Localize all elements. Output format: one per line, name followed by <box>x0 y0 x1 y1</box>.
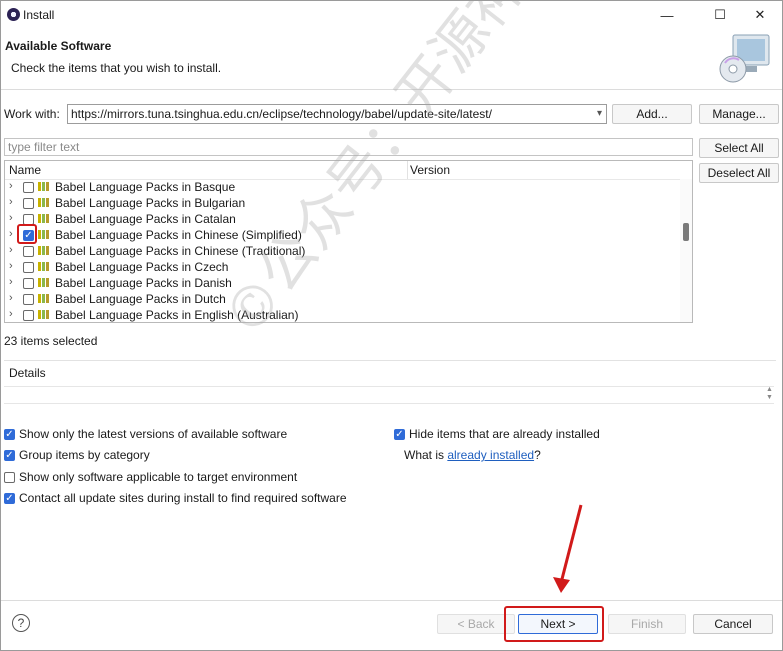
chevron-down-icon[interactable]: ▾ <box>597 105 602 123</box>
chevron-right-icon[interactable]: › <box>9 196 19 208</box>
work-with-value: https://mirrors.tuna.tsinghua.edu.cn/ecl… <box>71 107 492 121</box>
column-name[interactable]: Name <box>9 163 41 177</box>
row-label: Babel Language Packs in Czech <box>55 260 229 274</box>
row-label: Babel Language Packs in Danish <box>55 276 232 290</box>
row-label: Babel Language Packs in Bulgarian <box>55 196 246 210</box>
row-label: Babel Language Packs in Dutch <box>55 292 226 306</box>
package-icon <box>38 294 52 303</box>
chevron-right-icon[interactable]: › <box>9 308 19 320</box>
minimize-button[interactable]: — <box>644 1 690 29</box>
details-label: Details <box>9 366 46 380</box>
package-icon <box>38 230 52 239</box>
software-tree[interactable]: Name Version › Babel Language Packs in B… <box>4 160 693 323</box>
package-icon <box>38 246 52 255</box>
tree-scrollbar[interactable] <box>680 179 692 322</box>
package-icon <box>38 310 52 319</box>
chevron-right-icon[interactable]: › <box>9 276 19 288</box>
row-checkbox[interactable] <box>23 310 34 321</box>
help-icon[interactable]: ? <box>12 614 30 632</box>
column-version[interactable]: Version <box>410 163 450 177</box>
show-applicable-checkbox[interactable] <box>4 471 15 483</box>
row-label: Babel Language Packs in Basque <box>55 180 236 194</box>
row-checkbox-checked[interactable]: ✓ <box>23 230 34 241</box>
row-label: Babel Language Packs in English (Austral… <box>55 308 299 322</box>
option-hide-installed[interactable]: ✓ Hide items that are already installed <box>394 426 600 442</box>
page-subtitle: Check the items that you wish to install… <box>11 61 222 75</box>
column-separator <box>407 161 408 179</box>
package-icon <box>38 198 52 207</box>
filter-input[interactable]: type filter text <box>4 138 693 156</box>
package-icon <box>38 278 52 287</box>
row-checkbox[interactable] <box>23 246 34 257</box>
row-checkbox[interactable] <box>23 294 34 305</box>
page-title: Available Software <box>5 39 112 53</box>
cd-computer-icon <box>719 34 770 83</box>
show-latest-label: Show only the latest versions of availab… <box>19 427 288 441</box>
selection-count: 23 items selected <box>4 334 98 348</box>
work-with-combo[interactable]: https://mirrors.tuna.tsinghua.edu.cn/ecl… <box>67 104 607 124</box>
row-checkbox[interactable] <box>23 182 34 193</box>
details-scroll-arrows[interactable]: ▲ ▼ <box>766 386 773 402</box>
option-show-applicable[interactable]: Show only software applicable to target … <box>4 469 297 485</box>
contact-sites-label: Contact all update sites during install … <box>19 491 347 505</box>
window-title: Install <box>23 8 55 22</box>
tree-row[interactable]: › Babel Language Packs in Basque <box>5 179 680 195</box>
group-by-category-label: Group items by category <box>19 448 150 462</box>
hide-installed-label: Hide items that are already installed <box>409 427 600 441</box>
already-installed-link[interactable]: already installed <box>447 448 534 462</box>
what-is-suffix: ? <box>534 448 541 462</box>
cancel-button[interactable]: Cancel <box>693 614 773 634</box>
red-arrow-annotation <box>553 504 583 593</box>
manage-button[interactable]: Manage... <box>699 104 779 124</box>
tree-row[interactable]: › Babel Language Packs in Bulgarian <box>5 195 680 211</box>
option-contact-sites[interactable]: ✓ Contact all update sites during instal… <box>4 490 347 506</box>
tree-row-selected[interactable]: › ✓ Babel Language Packs in Chinese (Sim… <box>5 224 680 244</box>
tree-row[interactable]: › Babel Language Packs in English (Austr… <box>5 307 680 322</box>
package-icon <box>38 262 52 271</box>
option-group-by-category[interactable]: ✓ Group items by category <box>4 447 150 463</box>
chevron-right-icon[interactable]: › <box>9 180 19 192</box>
title-bar: Install — ☐ ✕ <box>1 1 782 29</box>
finish-button[interactable]: Finish <box>608 614 686 634</box>
add-button[interactable]: Add... <box>612 104 692 124</box>
chevron-right-icon[interactable]: › <box>9 244 19 256</box>
row-label: Babel Language Packs in Catalan <box>55 212 236 226</box>
details-divider <box>4 360 776 361</box>
next-button[interactable]: Next > <box>518 614 598 634</box>
chevron-right-icon[interactable]: › <box>9 292 19 304</box>
package-icon <box>38 214 52 223</box>
tree-row[interactable]: › Babel Language Packs in Catalan <box>5 211 680 227</box>
tree-header: Name Version <box>5 161 692 180</box>
details-text-area[interactable] <box>4 386 774 404</box>
show-latest-checkbox[interactable]: ✓ <box>4 428 15 440</box>
tree-row[interactable]: › Babel Language Packs in Czech <box>5 259 680 275</box>
tree-row[interactable]: › Babel Language Packs in Chinese (Tradi… <box>5 243 680 259</box>
eclipse-icon <box>7 8 20 21</box>
select-all-button[interactable]: Select All <box>699 138 779 158</box>
footer-divider <box>1 600 782 601</box>
group-by-category-checkbox[interactable]: ✓ <box>4 449 15 461</box>
hide-installed-checkbox[interactable]: ✓ <box>394 428 405 440</box>
row-label: Babel Language Packs in Chinese (Simplif… <box>55 228 302 242</box>
option-show-latest[interactable]: ✓ Show only the latest versions of avail… <box>4 426 287 442</box>
contact-sites-checkbox[interactable]: ✓ <box>4 492 15 504</box>
row-checkbox[interactable] <box>23 262 34 273</box>
tree-row[interactable]: › Babel Language Packs in Dutch <box>5 291 680 307</box>
package-icon <box>38 182 52 191</box>
deselect-all-button[interactable]: Deselect All <box>699 163 779 183</box>
what-is-installed: What is already installed? <box>404 448 541 462</box>
show-applicable-label: Show only software applicable to target … <box>19 470 298 484</box>
chevron-right-icon[interactable]: › <box>9 212 19 224</box>
row-label: Babel Language Packs in Chinese (Traditi… <box>55 244 306 258</box>
row-checkbox[interactable] <box>23 198 34 209</box>
what-is-prefix: What is <box>404 448 448 462</box>
install-dialog: Install — ☐ ✕ Available Software Check t… <box>0 0 783 651</box>
row-checkbox[interactable] <box>23 278 34 289</box>
work-with-label: Work with: <box>4 107 60 121</box>
wizard-header: Available Software Check the items that … <box>1 29 782 90</box>
close-button[interactable]: ✕ <box>737 1 782 29</box>
chevron-right-icon[interactable]: › <box>9 260 19 272</box>
tree-scrollbar-thumb[interactable] <box>683 223 689 241</box>
tree-row[interactable]: › Babel Language Packs in Danish <box>5 275 680 291</box>
